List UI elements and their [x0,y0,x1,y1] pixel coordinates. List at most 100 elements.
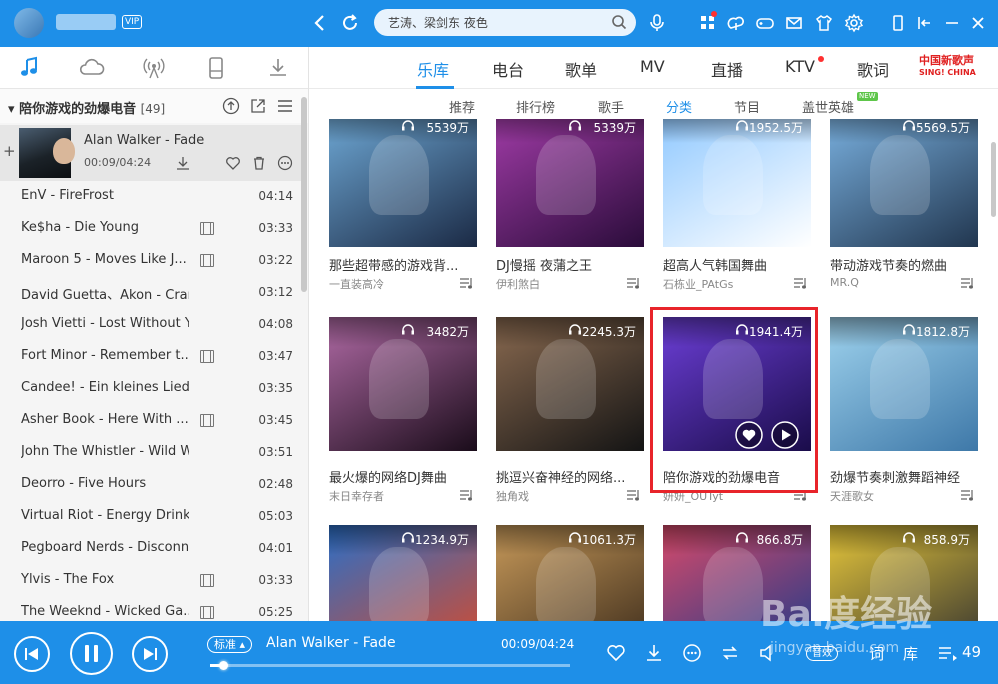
menu-icon[interactable] [276,97,294,115]
sidebar-scrollbar[interactable] [301,97,307,292]
subtab-charts[interactable]: 排行榜 [516,97,555,116]
playlist-cover[interactable]: 2245.3万 [496,317,644,451]
music-note-icon[interactable] [16,56,44,80]
search-icon[interactable] [611,14,627,30]
add-to-playlist-icon[interactable] [459,488,475,502]
playlist-author[interactable]: MR.Q [830,276,950,289]
add-to-playlist-icon[interactable] [626,488,642,502]
username-blurred[interactable] [56,14,116,30]
mv-icon[interactable] [200,254,214,267]
mv-icon[interactable] [200,574,214,587]
queue-icon[interactable] [936,642,958,664]
playlist-author[interactable]: 石栋业_PAtGs [663,276,783,292]
settings-icon[interactable] [842,11,866,35]
track-row[interactable]: Josh Vietti - Lost Without You 04:08 [0,309,302,341]
playlist-cover[interactable]: 1061.3万 [496,525,644,621]
mv-icon[interactable] [200,350,214,363]
tab-mv[interactable]: MV [640,57,665,76]
playlist-cover[interactable]: 5539万 [329,119,477,247]
repeat-icon[interactable] [719,642,741,664]
playlist-title[interactable]: ▾ 陪你游戏的劲爆电音 [49] [8,98,165,117]
heart-icon[interactable] [605,642,627,664]
trash-icon[interactable] [251,155,267,171]
subtab-hero[interactable]: 盖世英雄 [802,97,854,116]
add-icon[interactable]: + [3,142,16,160]
playlist-title[interactable]: 最火爆的网络DJ舞曲 [329,467,473,486]
track-row[interactable]: Ke$ha - Die Young 03:33 [0,213,302,245]
tab-ktv[interactable]: KTV [785,57,815,76]
track-row[interactable]: Pegboard Nerds - Disconnec... 04:01 [0,533,302,565]
playlist-author[interactable]: 独角戏 [496,488,616,504]
track-row[interactable]: John The Whistler - Wild Wil... 03:51 [0,437,302,469]
tab-lyrics[interactable]: 歌词 [857,57,889,81]
add-to-playlist-icon[interactable] [626,276,642,290]
track-row[interactable]: Deorro - Five Hours 02:48 [0,469,302,501]
playlist-cover[interactable]: 5339万 [496,119,644,247]
playlist-author[interactable]: 天涯歌女 [830,488,950,504]
add-to-playlist-icon[interactable] [459,276,475,290]
search-input[interactable] [386,13,606,32]
track-row[interactable]: Asher Book - Here With ... 03:45 [0,405,302,437]
tab-radio[interactable]: 电台 [492,57,524,81]
refresh-icon[interactable] [338,11,362,35]
now-playing-item[interactable]: + Alan Walker - Fade 00:09/04:24 [0,125,302,181]
next-button[interactable] [132,636,168,672]
track-row[interactable]: Candee! - Ein kleines Lied (Ar... 03:35 [0,373,302,405]
shirt-icon[interactable] [812,11,836,35]
subtab-recommend[interactable]: 推荐 [449,97,475,116]
playlist-title[interactable]: 那些超带感的游戏背... [329,255,473,274]
playlist-cover[interactable]: 1952.5万 [663,119,811,247]
playlist-author[interactable]: 一直装高冷 [329,276,449,292]
mail-icon[interactable] [782,11,806,35]
playlist-cover[interactable]: 3482万 [329,317,477,451]
sing-china-logo[interactable]: 中国新歌声 SING! CHINA [919,55,976,79]
download-icon[interactable] [264,56,292,80]
pause-button[interactable] [70,632,113,675]
search-box[interactable] [374,9,636,36]
quality-selector[interactable]: 标准 ▴ [207,636,253,653]
mobile-icon[interactable] [886,11,910,35]
progress-bar[interactable] [210,661,570,670]
add-to-playlist-icon[interactable] [960,488,976,502]
playlist-author[interactable]: 末日幸存者 [329,488,449,504]
playlist-cover[interactable]: 1234.9万 [329,525,477,621]
track-row[interactable]: Maroon 5 - Moves Like J... 03:22 [0,245,302,277]
game-icon[interactable] [753,11,777,35]
tab-library[interactable]: 乐库 [417,57,449,81]
progress-handle[interactable] [218,661,228,670]
subtab-categories[interactable]: 分类 [666,97,692,116]
subtab-artists[interactable]: 歌手 [598,97,624,116]
apps-icon[interactable] [696,11,720,35]
playlist-title[interactable]: 超高人气韩国舞曲 [663,255,807,274]
back-icon[interactable] [308,11,332,35]
mv-icon[interactable] [200,606,214,619]
collapse-arrow-icon[interactable]: ▾ [8,102,15,117]
device-icon[interactable] [202,56,230,80]
mv-icon[interactable] [200,222,214,235]
microphone-icon[interactable] [645,11,669,35]
mini-mode-icon[interactable] [912,11,936,35]
more-icon[interactable] [681,642,703,664]
tab-live[interactable]: 直播 [711,57,743,81]
tab-playlists[interactable]: 歌单 [565,57,597,81]
previous-button[interactable] [14,636,50,672]
queue-count[interactable]: 49 [962,643,981,661]
add-to-playlist-icon[interactable] [960,276,976,290]
playlist-title[interactable]: DJ慢摇 夜蒲之王 [496,255,640,274]
mini-lyrics-icon[interactable]: 库 [900,642,922,664]
playlist-title[interactable]: 带动游戏节奏的燃曲 [830,255,974,274]
upload-icon[interactable] [222,97,240,115]
playlist-author[interactable]: 伊利煞白 [496,276,616,292]
more-icon[interactable] [277,155,293,171]
playlist-title[interactable]: 劲爆节奏刺激舞蹈神经 [830,467,974,486]
subtab-programs[interactable]: 节目 [734,97,760,116]
share-icon[interactable] [249,97,267,115]
mv-icon[interactable] [200,414,214,427]
playlist-cover[interactable]: 5569.5万 [830,119,978,247]
add-to-playlist-icon[interactable] [793,276,809,290]
skin-icon[interactable] [724,11,748,35]
track-row[interactable]: Ylvis - The Fox 03:33 [0,565,302,597]
cloud-icon[interactable] [78,56,106,80]
main-scrollbar[interactable] [991,142,996,217]
track-row[interactable]: Virtual Riot - Energy Drink 05:03 [0,501,302,533]
